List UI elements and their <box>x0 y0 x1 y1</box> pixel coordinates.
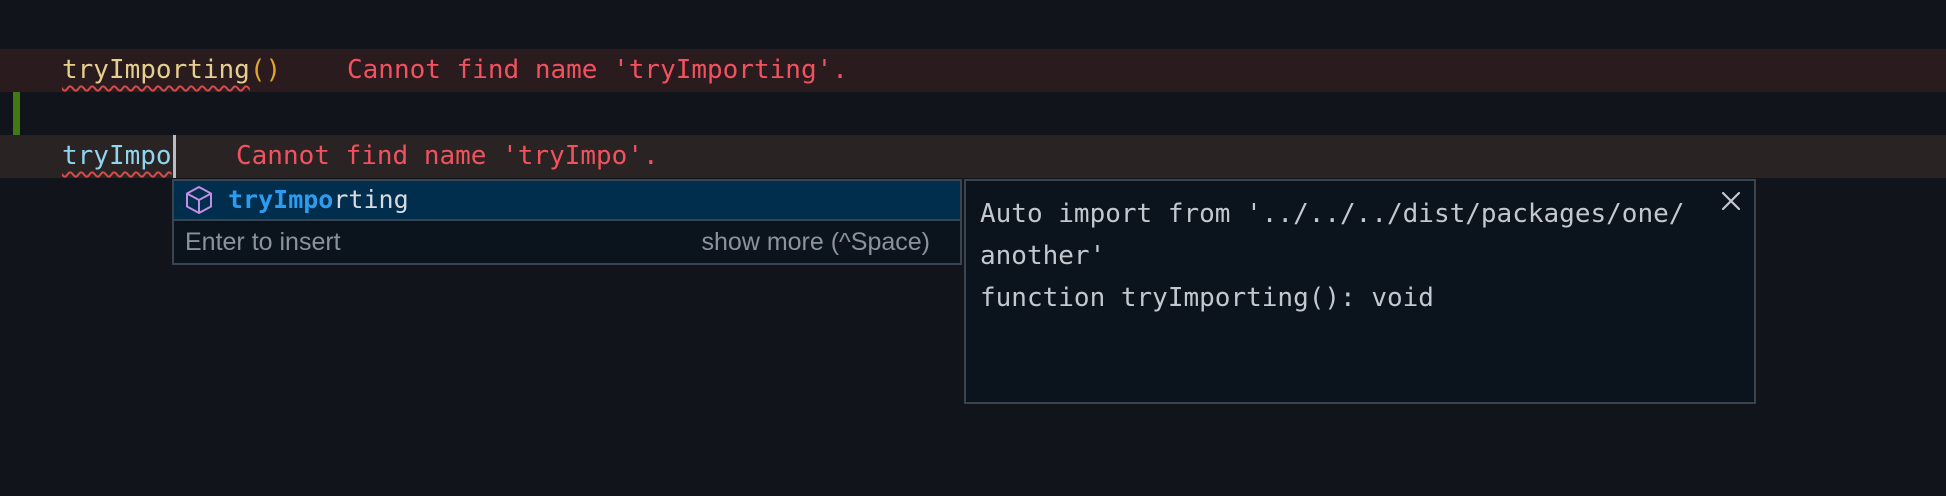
suggestion-label-rest: rting <box>333 185 409 214</box>
code-editor[interactable]: tryImporting() Cannot find name 'tryImpo… <box>0 0 1946 496</box>
text-cursor <box>173 135 176 178</box>
suggestion-match-highlight: tryImpo <box>228 185 334 214</box>
inline-error-message-1: Cannot find name 'tryImporting'. <box>347 55 848 85</box>
suggest-widget[interactable]: tryImporting Enter to insert show more (… <box>172 179 962 265</box>
identifier-tryimpo: tryImpo <box>62 141 172 171</box>
suggest-details-panel: Auto import from '../../../dist/packages… <box>964 179 1756 404</box>
code-line-2-content: tryImpo <box>62 135 172 178</box>
details-signature: function tryImporting(): void <box>980 283 1434 313</box>
symbol-module-icon <box>186 186 212 214</box>
suggestion-item-tryimporting[interactable]: tryImporting <box>174 181 960 221</box>
details-auto-import-path: Auto import from '../../../dist/packages… <box>980 199 1685 229</box>
identifier-tryimporting: tryImporting <box>62 55 250 85</box>
suggestion-label: tryImporting <box>228 181 409 219</box>
inline-error-message-2: Cannot find name 'tryImpo'. <box>236 141 659 171</box>
details-auto-import-path-cont: another' <box>980 241 1106 271</box>
code-line-1[interactable]: tryImporting() Cannot find name 'tryImpo… <box>0 49 1946 92</box>
call-parens: () <box>249 55 282 85</box>
suggest-status-bar: Enter to insert show more (^Space) <box>174 221 960 263</box>
show-more-link[interactable]: show more (^Space) <box>702 221 930 263</box>
code-line-2[interactable]: tryImpo Cannot find name 'tryImpo'. <box>0 135 1946 178</box>
close-icon[interactable] <box>1718 188 1744 214</box>
insert-hint: Enter to insert <box>185 228 341 256</box>
code-line-1-content: tryImporting() <box>62 49 281 92</box>
